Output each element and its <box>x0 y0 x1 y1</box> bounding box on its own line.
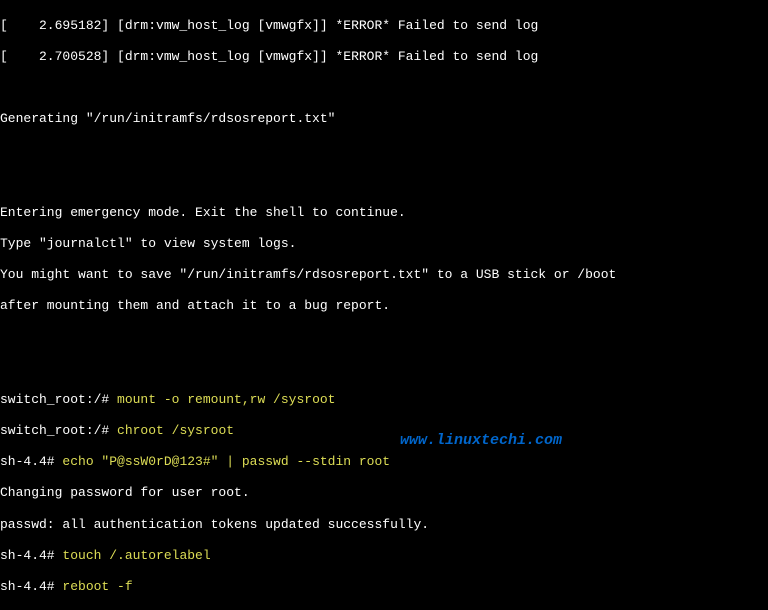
prompt: sh-4.4# <box>0 548 62 563</box>
prompt: sh-4.4# <box>0 579 62 594</box>
command-reboot: reboot -f <box>62 579 132 594</box>
passwd-success-line: passwd: all authentication tokens update… <box>0 517 768 533</box>
passwd-output-line: Changing password for user root. <box>0 485 768 501</box>
command-line: sh-4.4# reboot -f <box>0 579 768 595</box>
save-hint-line: You might want to save "/run/initramfs/r… <box>0 267 768 283</box>
command-line: switch_root:/# mount -o remount,rw /sysr… <box>0 392 768 408</box>
command-passwd: echo "P@ssW0rD@123#" | passwd --stdin ro… <box>62 454 390 469</box>
blank-line <box>0 142 768 158</box>
blank-line <box>0 361 768 377</box>
command-touch: touch /.autorelabel <box>62 548 210 563</box>
kernel-log-line: [ 2.695182] [drm:vmw_host_log [vmwgfx]] … <box>0 18 768 34</box>
command-line: sh-4.4# echo "P@ssW0rD@123#" | passwd --… <box>0 454 768 470</box>
prompt: switch_root:/# <box>0 423 117 438</box>
kernel-log-line: [ 2.700528] [drm:vmw_host_log [vmwgfx]] … <box>0 49 768 65</box>
prompt: sh-4.4# <box>0 454 62 469</box>
watermark-text: www.linuxtechi.com <box>400 432 562 450</box>
prompt: switch_root:/# <box>0 392 117 407</box>
command-chroot: chroot /sysroot <box>117 423 234 438</box>
terminal-output[interactable]: [ 2.695182] [drm:vmw_host_log [vmwgfx]] … <box>0 0 768 610</box>
journalctl-hint-line: Type "journalctl" to view system logs. <box>0 236 768 252</box>
blank-line <box>0 329 768 345</box>
blank-line <box>0 80 768 96</box>
blank-line <box>0 174 768 190</box>
command-mount: mount -o remount,rw /sysroot <box>117 392 335 407</box>
generating-line: Generating "/run/initramfs/rdsosreport.t… <box>0 111 768 127</box>
emergency-mode-line: Entering emergency mode. Exit the shell … <box>0 205 768 221</box>
command-line: sh-4.4# touch /.autorelabel <box>0 548 768 564</box>
save-hint-line-2: after mounting them and attach it to a b… <box>0 298 768 314</box>
command-line: switch_root:/# chroot /sysroot <box>0 423 768 439</box>
